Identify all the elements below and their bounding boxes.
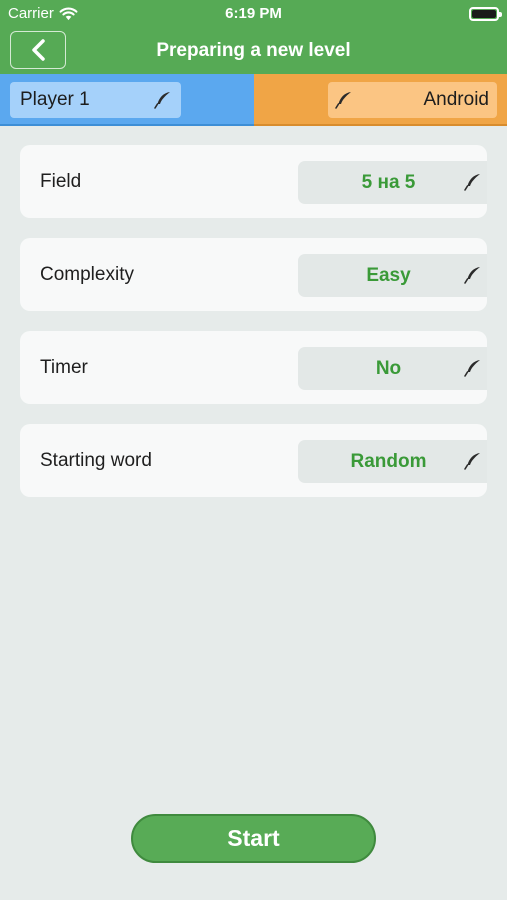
player-right-name-field[interactable]: Android (328, 82, 497, 118)
setting-complexity-card: Complexity Easy (20, 238, 487, 311)
players-strip: Player 1 Android (0, 74, 507, 126)
setting-value: 5 на 5 (361, 171, 416, 193)
setting-label: Timer (40, 357, 88, 378)
feather-edit-icon (464, 360, 480, 377)
start-button[interactable]: Start (131, 814, 376, 863)
player-right-panel: Android (253, 74, 507, 126)
setting-field-value[interactable]: 5 на 5 (298, 161, 487, 204)
setting-label: Starting word (40, 450, 152, 471)
header: Carrier 6:19 PM Preparing a new level (0, 0, 507, 74)
feather-edit-icon (464, 453, 480, 470)
status-bar: Carrier 6:19 PM (0, 0, 507, 28)
status-time: 6:19 PM (225, 5, 282, 22)
setting-timer-card: Timer No (20, 331, 487, 404)
player-left-name-field[interactable]: Player 1 (10, 82, 181, 118)
setting-complexity-value[interactable]: Easy (298, 254, 487, 297)
setting-value: Easy (366, 264, 411, 286)
setting-value: No (375, 357, 402, 379)
page-title: Preparing a new level (156, 40, 351, 61)
battery-level (472, 10, 496, 18)
feather-edit-icon (464, 267, 480, 284)
setting-timer-value[interactable]: No (298, 347, 487, 390)
screen: Carrier 6:19 PM Preparing a new level Pl… (0, 0, 507, 900)
setting-field-card: Field 5 на 5 (20, 145, 487, 218)
battery-icon (469, 7, 502, 21)
setting-label: Complexity (40, 264, 134, 285)
feather-edit-icon (335, 92, 351, 109)
setting-label: Field (40, 171, 82, 192)
setting-starting-word-value[interactable]: Random (298, 440, 487, 483)
setting-value: Random (350, 450, 427, 472)
player-left-name: Player 1 (20, 89, 90, 110)
player-left-panel: Player 1 (0, 74, 254, 126)
feather-edit-icon (464, 174, 480, 191)
setting-starting-word-card: Starting word Random (20, 424, 487, 497)
feather-edit-icon (154, 92, 170, 109)
